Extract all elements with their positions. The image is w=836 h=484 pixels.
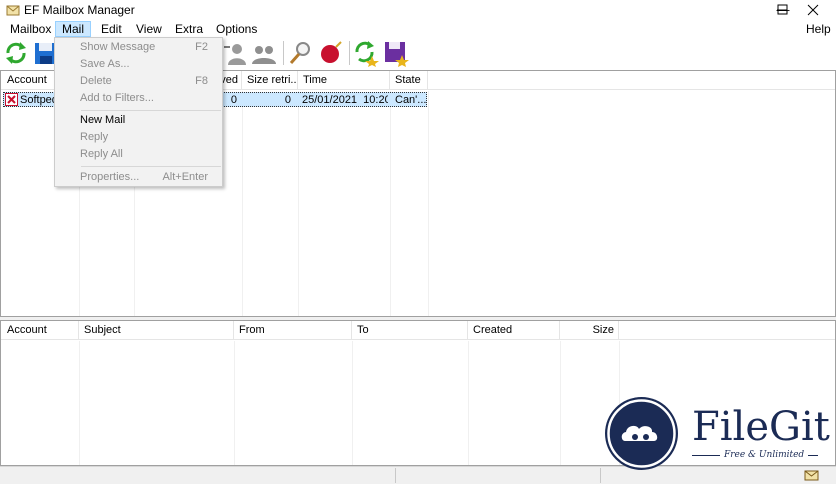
menuitem-new-mail[interactable]: New Mail: [55, 112, 222, 129]
status-bar: [0, 466, 836, 484]
col-size[interactable]: Size: [560, 321, 619, 340]
menu-options[interactable]: Options: [210, 21, 263, 37]
col-created[interactable]: Created: [468, 321, 560, 340]
col-time[interactable]: Time: [298, 71, 390, 90]
column-line: [468, 341, 469, 465]
column-line: [298, 91, 299, 316]
users-icon[interactable]: [222, 39, 250, 67]
col-size-retrieved[interactable]: Size retri...: [242, 71, 298, 90]
menuitem-reply[interactable]: Reply: [55, 129, 222, 146]
menu-extra[interactable]: Extra: [169, 21, 209, 37]
col-state[interactable]: State: [390, 71, 428, 90]
menu-separator: [81, 110, 221, 111]
row-account: Softpedi: [20, 94, 54, 106]
menuitem-save-as[interactable]: Save As...: [55, 56, 222, 73]
watermark-tagline: Free & Unlimited: [720, 450, 809, 460]
menu-help[interactable]: Help: [800, 21, 836, 37]
filegit-logo: [605, 397, 678, 470]
col-from[interactable]: From: [234, 321, 352, 340]
row-state: Can'...: [395, 94, 427, 106]
column-line: [428, 91, 429, 316]
mail-menu-dropdown: Show Message F2 Save As... Delete F8 Add t…: [54, 37, 223, 187]
col-to[interactable]: To: [352, 321, 468, 340]
disk-star-icon[interactable]: [382, 39, 410, 67]
toolbar-separator: [349, 41, 350, 65]
menuitem-properties[interactable]: Properties... Alt+Enter: [55, 169, 222, 186]
tray-mail-icon[interactable]: [804, 468, 820, 482]
column-line: [242, 91, 243, 316]
menu-separator: [81, 166, 221, 167]
menuitem-show-message[interactable]: Show Message F2: [55, 39, 222, 56]
status-divider: [395, 468, 396, 483]
watermark-brand: FileGit: [692, 404, 830, 450]
menu-view[interactable]: View: [130, 21, 168, 37]
menuitem-add-to-filters[interactable]: Add to Filters...: [55, 90, 222, 107]
search-icon[interactable]: [287, 39, 315, 67]
status-divider: [600, 468, 601, 483]
menu-edit[interactable]: Edit: [95, 21, 128, 37]
app-envelope-icon: [6, 5, 20, 16]
stop-icon[interactable]: [316, 39, 344, 67]
toolbar-separator: [283, 41, 284, 65]
column-line: [79, 341, 80, 465]
menu-mail[interactable]: Mail: [55, 21, 92, 37]
row-time: 25/01/2021 10:20: [302, 94, 388, 106]
column-line: [390, 91, 391, 316]
sync-star-icon[interactable]: [352, 39, 380, 67]
menu-mailbox[interactable]: Mailbox: [4, 21, 57, 37]
error-icon: [5, 93, 18, 106]
window-title: EF Mailbox Manager: [24, 3, 135, 17]
row-size: 0: [284, 94, 291, 106]
menuitem-reply-all[interactable]: Reply All: [55, 146, 222, 163]
column-line: [352, 341, 353, 465]
refresh-icon[interactable]: [2, 39, 30, 67]
close-button[interactable]: [790, 0, 836, 20]
col-subject[interactable]: Subject: [79, 321, 234, 340]
col-account[interactable]: Account: [2, 321, 79, 340]
column-line: [560, 341, 561, 465]
column-line: [234, 341, 235, 465]
menuitem-delete[interactable]: Delete F8: [55, 73, 222, 90]
group-icon[interactable]: [250, 39, 278, 67]
